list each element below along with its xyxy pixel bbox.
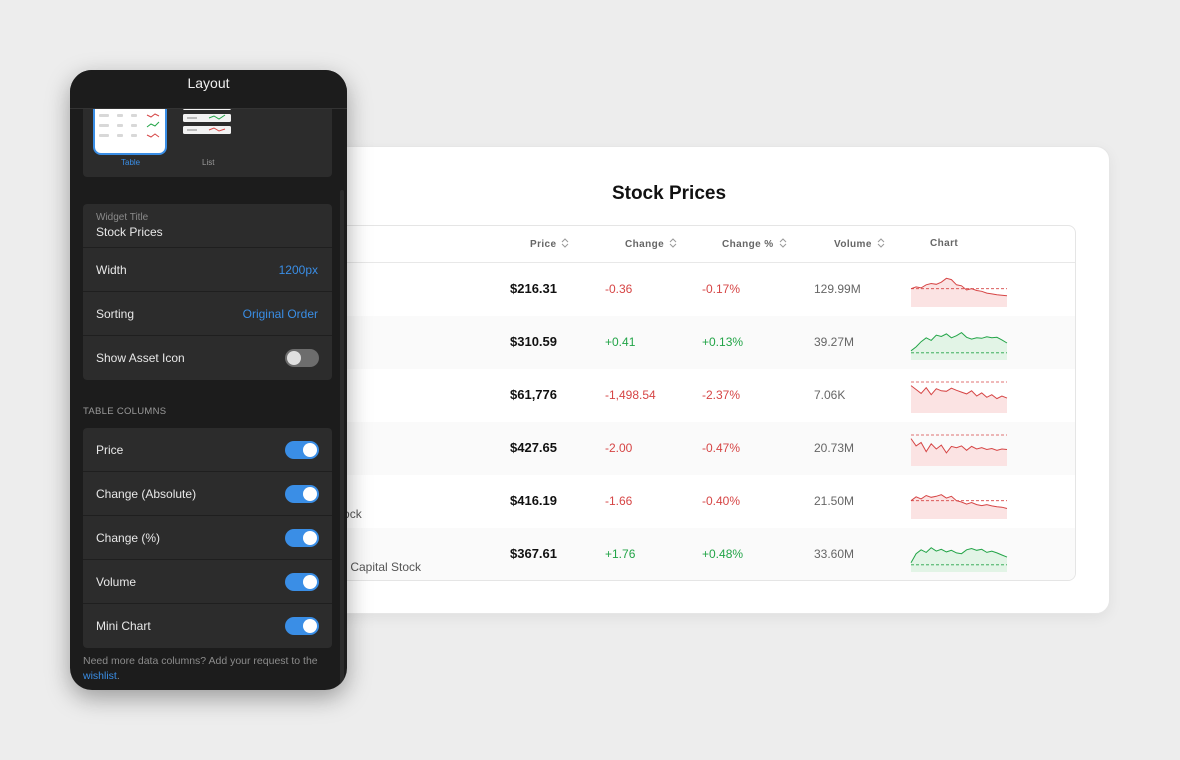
column-toggle-row: Mini Chart — [83, 604, 332, 648]
price-cell: $416.19 — [510, 493, 557, 508]
column-header-chart: Chart — [930, 238, 959, 249]
volume-cell: 39.27M — [814, 335, 855, 349]
column-header-price[interactable]: Price — [530, 238, 569, 250]
table-row: $61,776 -1,498.54 -2.37% 7.06K — [310, 369, 1075, 422]
change-cell: -1,498.54 — [605, 388, 656, 402]
mini-chart — [910, 547, 1008, 572]
footer-note: Need more data columns? Add your request… — [83, 655, 318, 682]
price-cell: $427.65 — [510, 440, 557, 455]
price-cell: $310.59 — [510, 334, 557, 349]
table-row: $216.31 -0.36 -0.17% 129.99M — [310, 263, 1075, 316]
table-row: mon Stock$416.19-1.66-0.40%21.50M — [310, 475, 1075, 528]
stock-widget-card: Stock Prices Price Change Change % Volum… — [228, 146, 1110, 614]
change-pct-cell: -0.47% — [702, 441, 741, 455]
mini-chart-area — [911, 494, 1007, 519]
column-toggle-switch[interactable] — [285, 529, 319, 547]
width-setting-value: 1200px — [278, 263, 318, 277]
width-setting[interactable]: Width 1200px — [83, 248, 332, 292]
volume-cell: 7.06K — [814, 388, 846, 402]
widget-title: Stock Prices — [611, 183, 727, 204]
column-toggle-switch[interactable] — [285, 573, 319, 591]
volume-cell: 33.60M — [814, 547, 855, 561]
mini-chart-area — [911, 332, 1007, 360]
mini-chart — [910, 381, 1008, 413]
volume-cell: 21.50M — [814, 494, 855, 508]
sort-icon — [877, 238, 885, 248]
price-cell: $216.31 — [510, 281, 557, 296]
wishlist-link[interactable]: wishlist — [83, 670, 117, 682]
widget-title-field[interactable]: Widget Title Stock Prices — [83, 204, 332, 248]
change-pct-cell: -0.40% — [702, 494, 741, 508]
price-cell: $61,776 — [510, 387, 557, 402]
mini-chart — [910, 331, 1008, 360]
change-cell: -2.00 — [605, 441, 633, 455]
change-pct-cell: +0.48% — [702, 547, 744, 561]
column-toggle-row: Change (%) — [83, 516, 332, 560]
change-cell: -1.66 — [605, 494, 633, 508]
sorting-setting-value: Original Order — [242, 307, 318, 321]
widget-title-field-label: Widget Title — [96, 212, 149, 223]
sorting-setting[interactable]: Sorting Original Order — [83, 292, 332, 336]
change-pct-cell: -0.17% — [702, 282, 741, 296]
column-toggle-row: Change (Absolute) — [83, 472, 332, 516]
sort-icon — [562, 238, 569, 248]
sorting-setting-label: Sorting — [96, 307, 135, 321]
price-cell: $367.61 — [510, 546, 557, 561]
column-toggle-label: Change (%) — [96, 531, 161, 545]
show-asset-icon-label: Show Asset Icon — [96, 351, 185, 365]
mini-chart-area — [911, 438, 1007, 466]
width-setting-label: Width — [96, 263, 127, 277]
list-layout-preview-icon — [183, 104, 231, 134]
change-cell: +1.76 — [605, 547, 636, 561]
mini-chart-area — [911, 385, 1007, 413]
layout-option-list[interactable] — [181, 104, 235, 138]
column-toggle-switch[interactable] — [285, 485, 319, 503]
table-header: Price Change Change % Volume Chart — [310, 226, 1075, 263]
layout-settings-panel: Layout Table List Widget Title Stock Pri… — [70, 70, 347, 690]
column-toggle-label: Mini Chart — [96, 619, 151, 633]
widget-title-field-value: Stock Prices — [96, 225, 163, 239]
table-columns-section-label: TABLE COLUMNS — [83, 406, 167, 417]
table-body: $216.31 -0.36 -0.17% 129.99M $310.59 +0.41 +0.… — [310, 263, 1075, 580]
volume-cell: 20.73M — [814, 441, 855, 455]
column-toggle-switch[interactable] — [285, 617, 319, 635]
mini-chart — [910, 494, 1008, 519]
stock-table: Price Change Change % Volume Chart $216.… — [309, 225, 1076, 581]
volume-cell: 129.99M — [814, 282, 861, 296]
general-settings-group: Widget Title Stock Prices Width 1200px S… — [83, 204, 332, 380]
column-toggle-label: Change (Absolute) — [96, 487, 197, 501]
change-pct-cell: -2.37% — [702, 388, 741, 402]
column-toggle-switch[interactable] — [285, 441, 319, 459]
table-columns-group: Price Change (Absolute) Change (%) Volume Mi… — [83, 428, 332, 648]
panel-scrollbar[interactable] — [340, 190, 344, 690]
mini-chart — [910, 434, 1008, 466]
change-cell: -0.36 — [605, 282, 633, 296]
mini-chart — [910, 277, 1008, 307]
sort-icon — [669, 238, 677, 248]
show-asset-icon-toggle[interactable] — [285, 349, 319, 367]
column-toggle-row: Price — [83, 428, 332, 472]
layout-picker: Table List — [83, 100, 332, 177]
column-toggle-row: Volume — [83, 560, 332, 604]
column-header-volume[interactable]: Volume — [834, 238, 885, 250]
change-cell: +0.41 — [605, 335, 636, 349]
mini-chart-area — [911, 278, 1007, 307]
show-asset-icon-setting: Show Asset Icon — [83, 336, 332, 380]
column-toggle-label: Volume — [96, 575, 137, 589]
table-row: Class C Capital Stock $367.61 +1.76 +0.48% 3… — [310, 528, 1075, 580]
panel-title: Layout — [70, 70, 347, 109]
column-header-change[interactable]: Change — [625, 238, 677, 250]
sort-icon — [779, 238, 786, 248]
layout-option-list-label: List — [202, 158, 215, 167]
column-header-change-pct[interactable]: Change % — [722, 238, 787, 250]
column-toggle-label: Price — [96, 443, 124, 457]
change-pct-cell: +0.13% — [702, 335, 744, 349]
layout-option-table-label: Table — [121, 158, 141, 167]
table-row: $310.59 +0.41 +0.13% 39.27M — [310, 316, 1075, 369]
table-row: p$427.65-2.00-0.47%20.73M — [310, 422, 1075, 475]
